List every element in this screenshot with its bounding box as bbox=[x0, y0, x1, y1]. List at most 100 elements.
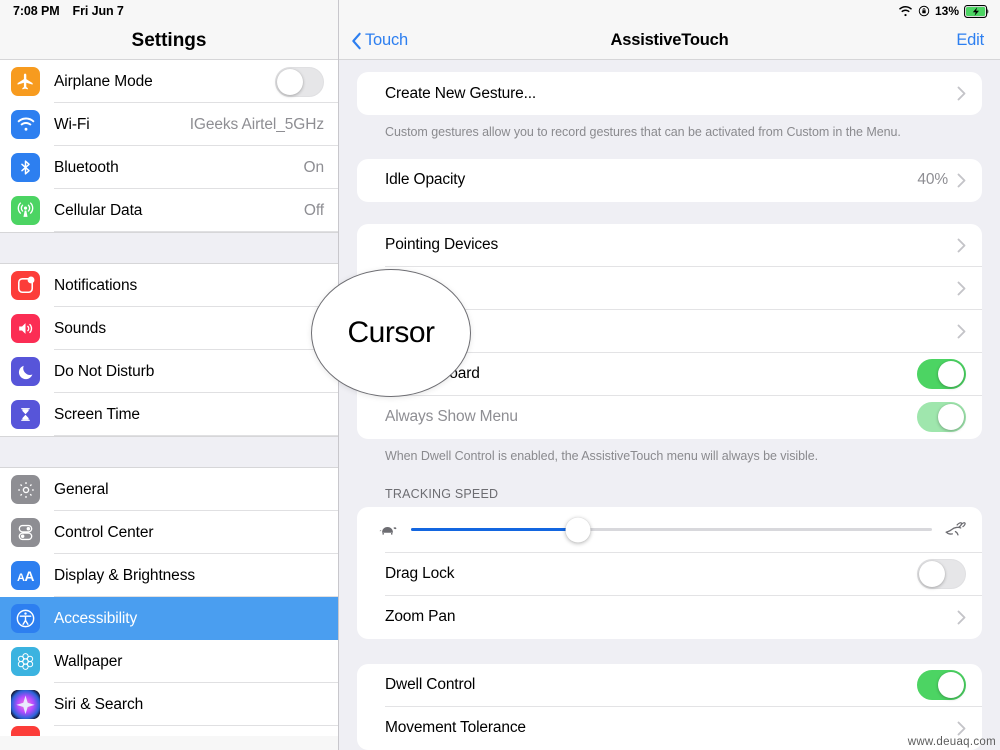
sidebar-item-label: Notifications bbox=[54, 276, 138, 294]
edit-button[interactable]: Edit bbox=[956, 31, 984, 50]
row-label: Dwell Control bbox=[385, 676, 476, 694]
magnifier-loupe: Cursor bbox=[311, 269, 471, 397]
sidebar-item-label: Wi-Fi bbox=[54, 115, 90, 133]
always-show-menu-toggle[interactable] bbox=[917, 402, 966, 433]
sidebar-item-label: General bbox=[54, 480, 109, 498]
chevron-right-icon bbox=[957, 281, 966, 296]
control-center-icon bbox=[11, 518, 40, 547]
wifi-network-value: IGeeks Airtel_5GHz bbox=[189, 115, 324, 133]
slider-thumb[interactable] bbox=[565, 517, 591, 543]
onscreen-keyboard-toggle[interactable] bbox=[917, 359, 966, 390]
row-zoom-pan[interactable]: Zoom Pan bbox=[357, 596, 982, 639]
sidebar-item-control-center[interactable]: Control Center bbox=[0, 511, 338, 554]
airplane-icon bbox=[11, 67, 40, 96]
row-label: Idle Opacity bbox=[385, 171, 466, 189]
moon-icon bbox=[11, 357, 40, 386]
sidebar-title-bar: Settings bbox=[0, 22, 338, 60]
sidebar-item-wifi[interactable]: Wi-Fi IGeeks Airtel_5GHz bbox=[0, 103, 338, 146]
chevron-right-icon bbox=[957, 610, 966, 625]
airplane-mode-toggle[interactable] bbox=[275, 66, 324, 97]
chevron-right-icon bbox=[957, 173, 966, 188]
chevron-right-icon bbox=[957, 721, 966, 736]
sidebar-item-do-not-disturb[interactable]: Do Not Disturb bbox=[0, 350, 338, 393]
detail-nav-bar: Touch AssistiveTouch Edit bbox=[339, 22, 1000, 60]
wifi-icon bbox=[898, 5, 913, 17]
toggle-knob bbox=[919, 561, 945, 588]
create-gesture-footnote: Custom gestures allow you to record gest… bbox=[385, 125, 901, 139]
sidebar-group-system: General Control Center AA Display & Brig… bbox=[0, 468, 338, 736]
tracking-speed-card: Drag Lock Zoom Pan bbox=[357, 506, 982, 639]
cellular-icon bbox=[11, 196, 40, 225]
sidebar-item-screen-time[interactable]: Screen Time bbox=[0, 393, 338, 436]
row-label: Pointing Devices bbox=[385, 236, 499, 254]
sidebar-item-notifications[interactable]: Notifications bbox=[0, 264, 338, 307]
slider-fill bbox=[411, 528, 578, 532]
bluetooth-state-value: On bbox=[303, 158, 325, 176]
hourglass-icon bbox=[11, 400, 40, 429]
toggle-knob bbox=[938, 361, 964, 388]
dwell-control-card: Dwell Control Movement Tolerance bbox=[357, 663, 982, 750]
chevron-left-icon bbox=[351, 32, 362, 50]
sidebar-item-airplane-mode[interactable]: Airplane Mode bbox=[0, 60, 338, 103]
sidebar-item-siri-search[interactable]: Siri & Search bbox=[0, 683, 338, 726]
hare-icon bbox=[944, 521, 966, 538]
row-label: Movement Tolerance bbox=[385, 719, 526, 737]
nav-title: AssistiveTouch bbox=[610, 31, 729, 49]
row-label: Drag Lock bbox=[385, 565, 455, 583]
row-create-new-gesture[interactable]: Create New Gesture... bbox=[357, 72, 982, 115]
row-pointing-devices[interactable]: Pointing Devices bbox=[357, 224, 982, 267]
sidebar-group-divider bbox=[0, 436, 338, 468]
tracking-speed-header: TRACKING SPEED bbox=[385, 486, 499, 501]
chevron-right-icon bbox=[957, 86, 966, 101]
row-movement-tolerance[interactable]: Movement Tolerance bbox=[357, 707, 982, 750]
battery-charging-icon bbox=[964, 4, 990, 18]
tortoise-icon bbox=[377, 522, 399, 537]
drag-lock-toggle[interactable] bbox=[917, 559, 966, 590]
row-label: Always Show Menu bbox=[385, 408, 518, 426]
sounds-icon bbox=[11, 314, 40, 343]
settings-content: Create New Gesture... Custom gestures al… bbox=[339, 72, 1000, 750]
bluetooth-icon bbox=[11, 153, 40, 182]
row-always-show-menu[interactable]: Always Show Menu bbox=[357, 396, 982, 439]
sidebar-item-label: Sounds bbox=[54, 319, 106, 337]
sidebar-item-label: Screen Time bbox=[54, 405, 140, 423]
accessibility-icon bbox=[11, 604, 40, 633]
toggle-knob bbox=[938, 404, 964, 431]
settings-sidebar: 7:08 PM Fri Jun 7 Settings Airplane Mode… bbox=[0, 0, 339, 750]
row-idle-opacity[interactable]: Idle Opacity 40% bbox=[357, 159, 982, 202]
chevron-right-icon bbox=[957, 324, 966, 339]
sidebar-item-label: Accessibility bbox=[54, 609, 138, 627]
dwell-control-toggle[interactable] bbox=[917, 670, 966, 701]
tracking-speed-slider-track[interactable] bbox=[411, 517, 932, 543]
gear-icon bbox=[11, 475, 40, 504]
idle-opacity-card: Idle Opacity 40% bbox=[357, 158, 982, 202]
row-label: Zoom Pan bbox=[385, 608, 456, 626]
sidebar-item-label: Siri & Search bbox=[54, 695, 144, 713]
sidebar-status-bar: 7:08 PM Fri Jun 7 bbox=[0, 0, 338, 22]
cellular-state-value: Off bbox=[303, 201, 324, 219]
sidebar-item-general[interactable]: General bbox=[0, 468, 338, 511]
wifi-icon bbox=[11, 110, 40, 139]
sidebar-group-divider bbox=[0, 232, 338, 264]
sidebar-item-display-brightness[interactable]: AA Display & Brightness bbox=[0, 554, 338, 597]
sidebar-item-sounds[interactable]: Sounds bbox=[0, 307, 338, 350]
back-button-label: Touch bbox=[365, 31, 409, 49]
row-label: Create New Gesture... bbox=[385, 84, 537, 102]
status-bar-time: 7:08 PM bbox=[13, 4, 60, 18]
row-tracking-speed-slider[interactable] bbox=[357, 507, 982, 553]
page-title: Settings bbox=[131, 29, 207, 51]
row-dwell-control[interactable]: Dwell Control bbox=[357, 664, 982, 707]
sidebar-group-connectivity: Airplane Mode Wi-Fi IGeeks Airtel_5GHz B… bbox=[0, 60, 338, 232]
sidebar-item-wallpaper[interactable]: Wallpaper bbox=[0, 640, 338, 683]
partial-app-icon bbox=[11, 726, 40, 736]
magnifier-label: Cursor bbox=[347, 316, 435, 349]
toggle-knob bbox=[938, 672, 964, 699]
sidebar-item-cellular-data[interactable]: Cellular Data Off bbox=[0, 189, 338, 232]
sidebar-group-alerts: Notifications Sounds Do Not Disturb Scre… bbox=[0, 264, 338, 436]
sidebar-item-accessibility[interactable]: Accessibility bbox=[0, 597, 338, 640]
sidebar-item-bluetooth[interactable]: Bluetooth On bbox=[0, 146, 338, 189]
row-drag-lock[interactable]: Drag Lock bbox=[357, 553, 982, 596]
back-button[interactable]: Touch bbox=[351, 31, 408, 50]
sidebar-item-partial[interactable] bbox=[0, 726, 338, 736]
battery-percent-label: 13% bbox=[934, 4, 959, 18]
